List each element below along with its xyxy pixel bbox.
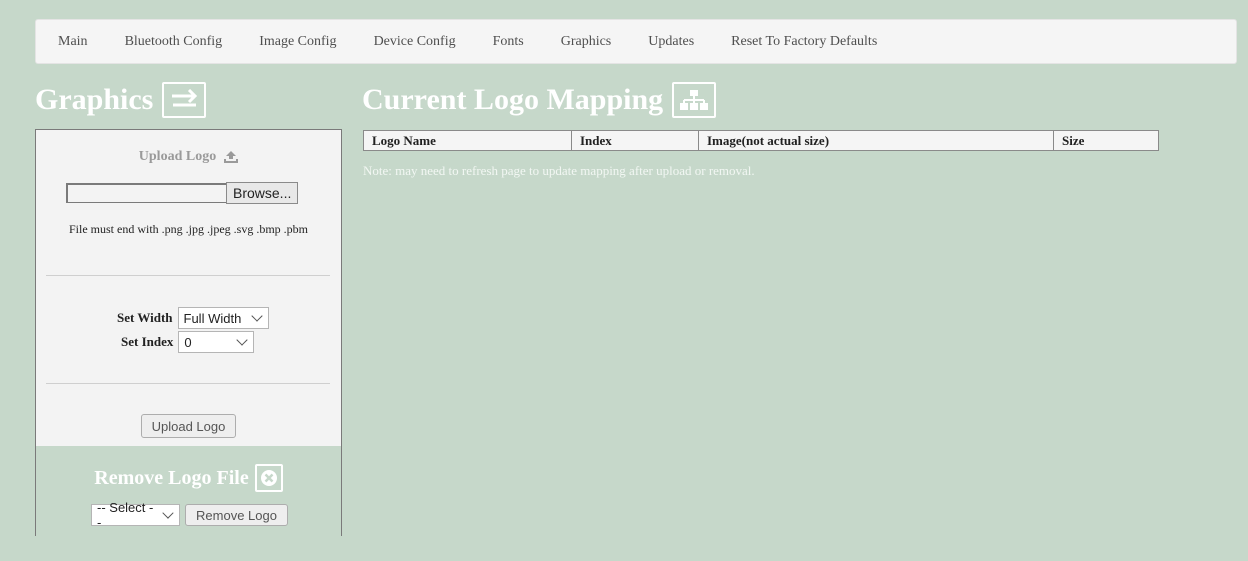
nav-fonts[interactable]: Fonts [493,34,524,50]
column-index: Index [571,130,699,151]
graphics-heading: Graphics [35,82,207,118]
divider [46,383,330,384]
file-input-row: Browse... [66,182,299,204]
set-index-row: Set Index 0 [121,331,255,353]
remove-logo-button[interactable]: Remove Logo [185,504,288,526]
remove-logo-row: -- Select -- Remove Logo [91,500,288,530]
remove-logo-title: Remove Logo File [36,464,341,492]
mapping-heading: Current Logo Mapping [362,82,717,118]
remove-circle-icon [254,464,283,492]
remove-logo-title-text: Remove Logo File [94,466,249,489]
set-index-select[interactable]: 0 [178,331,255,353]
chevron-down-icon [162,507,174,519]
nav-main[interactable]: Main [58,34,88,50]
nav-bluetooth-config[interactable]: Bluetooth Config [125,34,223,50]
upload-logo-title: Upload Logo [36,149,341,165]
set-width-value: Full Width [183,310,242,326]
chevron-down-icon [250,310,263,322]
chevron-down-icon [236,334,249,346]
table-header-row: Logo Name Index Image(not actual size) S… [363,130,1159,151]
column-image: Image(not actual size) [698,130,1054,151]
nav-graphics[interactable]: Graphics [561,34,612,50]
top-nav: Main Bluetooth Config Image Config Devic… [35,19,1237,64]
set-width-row: Set Width Full Width [117,307,269,329]
upload-logo-button[interactable]: Upload Logo [141,414,236,438]
mapping-refresh-note: Note: may need to refresh page to update… [363,163,755,178]
graphics-heading-text: Graphics [35,83,154,116]
upload-logo-title-text: Upload Logo [138,149,217,164]
column-size: Size [1053,130,1159,151]
upload-icon [224,150,239,163]
set-width-label: Set Width [117,310,173,325]
divider [46,275,330,276]
swap-arrows-icon [162,82,207,118]
nav-device-config[interactable]: Device Config [374,34,456,50]
remove-logo-section: Remove Logo File -- Select -- Remove Log… [36,446,341,536]
nav-updates[interactable]: Updates [648,34,694,50]
sitemap-icon [672,82,717,118]
logo-mapping-table: Logo Name Index Image(not actual size) S… [363,130,1159,151]
file-path-field[interactable] [66,183,226,203]
column-logo-name: Logo Name [363,130,572,151]
mapping-heading-text: Current Logo Mapping [362,83,664,116]
set-index-value: 0 [184,334,192,350]
remove-logo-select-value: -- Select -- [97,500,154,530]
remove-logo-select[interactable]: -- Select -- [91,500,180,530]
nav-reset-factory-defaults[interactable]: Reset To Factory Defaults [731,34,877,50]
browse-button[interactable]: Browse... [226,182,299,204]
graphics-panel: Upload Logo Browse... File must end with… [35,129,342,536]
nav-image-config[interactable]: Image Config [259,34,336,50]
set-index-label: Set Index [121,334,174,349]
set-width-select[interactable]: Full Width [177,307,269,329]
file-type-note: File must end with .png .jpg .jpeg .svg … [69,222,308,236]
